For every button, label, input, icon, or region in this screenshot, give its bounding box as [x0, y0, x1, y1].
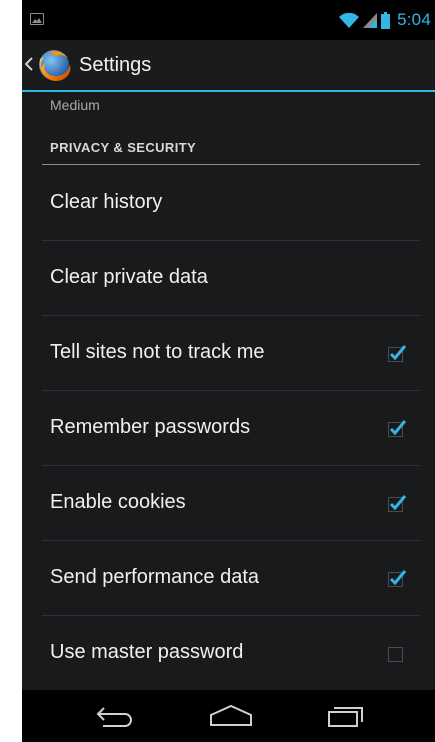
- pref-enable-cookies[interactable]: Enable cookies: [42, 466, 420, 541]
- checkbox-checked[interactable]: [388, 494, 406, 512]
- battery-icon: [381, 11, 391, 29]
- checkbox-checked[interactable]: [388, 419, 406, 437]
- up-caret-icon: [25, 57, 33, 71]
- pref-label: Send performance data: [50, 566, 260, 588]
- navigation-bar: [22, 690, 435, 742]
- action-bar: Settings: [22, 40, 435, 92]
- signal-icon: [363, 12, 378, 28]
- pref-label: Clear history: [50, 191, 163, 213]
- back-icon[interactable]: [95, 704, 137, 728]
- previous-item-summary: Medium: [50, 97, 100, 113]
- pref-label: Remember passwords: [50, 416, 251, 438]
- pref-remember-passwords[interactable]: Remember passwords: [42, 391, 420, 466]
- pref-clear-history[interactable]: Clear history: [42, 166, 420, 241]
- category-header: PRIVACY & SECURITY: [50, 140, 197, 155]
- status-icons: 5:04: [339, 10, 431, 30]
- status-bar: 5:04: [22, 0, 435, 40]
- checkbox-unchecked[interactable]: [388, 644, 406, 662]
- pref-do-not-track[interactable]: Tell sites not to track me: [42, 316, 420, 391]
- pref-send-performance-data[interactable]: Send performance data: [42, 541, 420, 616]
- pref-label: Tell sites not to track me: [50, 341, 265, 363]
- category-divider: [42, 164, 420, 165]
- pref-label: Use master password: [50, 641, 244, 663]
- recent-apps-icon[interactable]: [326, 704, 366, 728]
- pref-clear-private-data[interactable]: Clear private data: [42, 241, 420, 316]
- wifi-icon: [339, 12, 360, 28]
- picture-notification-icon: [30, 13, 44, 25]
- checkbox-checked[interactable]: [388, 569, 406, 587]
- pref-label: Clear private data: [50, 266, 208, 288]
- settings-list: Medium PRIVACY & SECURITY Clear history …: [22, 92, 435, 690]
- home-icon[interactable]: [208, 704, 254, 728]
- status-clock: 5:04: [397, 10, 431, 29]
- page-title: Settings: [79, 54, 152, 76]
- pref-label: Enable cookies: [50, 491, 186, 513]
- device-screen: 5:04 Settings Medium PRIVACY & SECURITY …: [22, 0, 435, 742]
- firefox-logo-icon: [39, 50, 71, 81]
- pref-use-master-password[interactable]: Use master password: [42, 616, 420, 691]
- checkbox-checked[interactable]: [388, 344, 406, 362]
